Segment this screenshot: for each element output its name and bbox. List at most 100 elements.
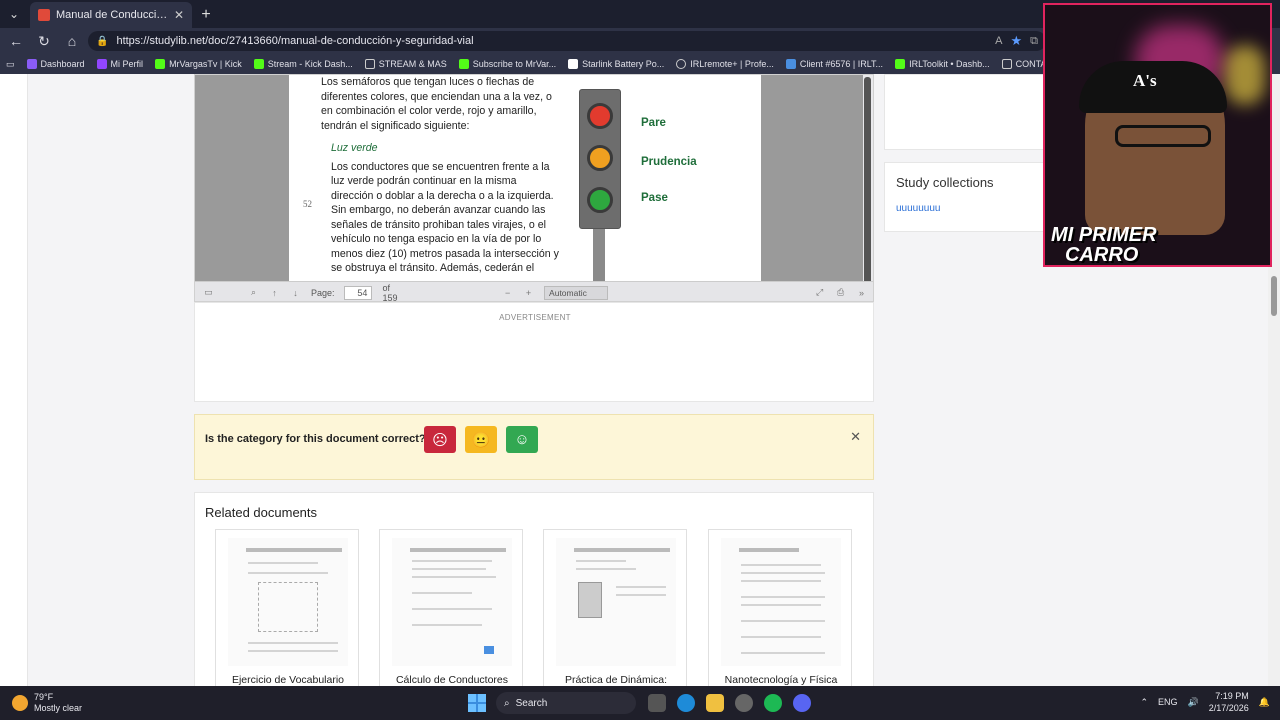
category-question: Is the category for this document correc… [205, 433, 426, 445]
related-document-card[interactable]: Práctica de Dinámica: [543, 529, 687, 686]
banner-line-2: CARRO [1065, 244, 1139, 266]
zoom-out-icon[interactable]: − [502, 288, 513, 298]
document-thumbnail [228, 538, 348, 666]
zoom-in-icon[interactable]: + [523, 288, 534, 298]
bookmark-favicon-icon [458, 59, 469, 69]
page-number-input[interactable]: 54 [344, 285, 373, 300]
taskbar-search[interactable]: ⌕ Search [496, 692, 636, 714]
document-thumbnail [392, 538, 512, 666]
study-collections-link[interactable]: uuuuuuuu [896, 203, 941, 214]
pdf-subheading: Luz verde [331, 142, 378, 154]
sidebar-card [884, 74, 1054, 150]
bookmark-item[interactable]: Stream - Kick Dash... [253, 59, 353, 69]
new-tab-plus-icon[interactable]: + [192, 2, 220, 28]
spotify-icon[interactable] [764, 694, 782, 712]
obs-icon[interactable] [735, 694, 753, 712]
zoom-select[interactable]: Automatic Zoom [544, 285, 609, 301]
related-document-card[interactable]: Ejercicio de Vocabulario [215, 529, 359, 686]
bookmark-item[interactable]: Subscribe to MrVar... [458, 59, 556, 69]
card-caption: Cálculo de Conductores [395, 674, 509, 686]
screen: ⌄ Manual de Conducción y Segurida ✕ + ← … [0, 0, 1280, 720]
neutral-face-button[interactable]: 😐 [465, 426, 497, 453]
notification-bell-icon[interactable]: 🔔 [1259, 697, 1270, 708]
happy-face-button[interactable]: ☺ [506, 426, 538, 453]
pdf-page: 52 Los semáforos que tengan luces o flec… [289, 75, 761, 281]
print-icon[interactable]: ⎙ [835, 287, 846, 298]
next-page-arrow-icon[interactable]: ↓ [290, 288, 301, 298]
bookmark-item[interactable]: Client #6576 | IRLT... [785, 59, 883, 69]
pdf-toolbar: ▭ ⌕ ↑ ↓ Page: 54 of 159 − + Automatic Zo… [195, 281, 873, 301]
clock[interactable]: 7:19 PM 2/17/2026 [1209, 690, 1249, 714]
bookmark-favicon-icon [26, 59, 37, 69]
task-view-icon[interactable] [648, 694, 666, 712]
glasses [1115, 125, 1211, 147]
edge-browser-icon[interactable] [677, 694, 695, 712]
bookmark-item[interactable]: IRLToolkit • Dashb... [895, 59, 990, 69]
page-label: Page: [310, 287, 335, 298]
search-icon[interactable]: ⌕ [248, 287, 259, 298]
more-tools-icon[interactable]: » [856, 288, 867, 298]
discord-icon[interactable] [793, 694, 811, 712]
read-aloud-icon[interactable]: A [995, 35, 1002, 47]
study-collections-title: Study collections [896, 175, 994, 190]
home-icon[interactable]: ⌂ [60, 30, 84, 52]
advertisement-box: ADVERTISEMENT [194, 302, 874, 402]
overlay-banner: MI PRIMER CARRO [1051, 225, 1157, 265]
reload-icon[interactable]: ↻ [32, 30, 56, 52]
weather-condition: Mostly clear [34, 703, 83, 713]
weather-widget[interactable]: 79°F Mostly clear [12, 692, 82, 714]
search-placeholder: Search [515, 697, 548, 709]
pdf-body-text: Los semáforos que tengan luces o flechas… [321, 75, 561, 276]
sidebar-toggle-icon[interactable]: ▭ [203, 287, 214, 298]
windows-taskbar: 79°F Mostly clear ⌕ Search ⌃ ENG 🔊 7:19 … [0, 686, 1280, 720]
bookmark-favicon-icon [253, 59, 264, 69]
red-lamp-icon [587, 103, 613, 129]
yellow-lamp-icon [587, 145, 613, 171]
pdf-viewer[interactable]: 52 Los semáforos que tengan luces o flec… [194, 74, 874, 302]
tab-close-icon[interactable]: ✕ [174, 8, 184, 22]
bookmarks-toggle-icon[interactable]: ▭ [6, 59, 15, 70]
volume-icon[interactable]: 🔊 [1188, 697, 1199, 708]
url-bar[interactable]: 🔒 https://studylib.net/doc/27413660/manu… [88, 31, 1046, 51]
bookmark-favicon-icon [96, 59, 107, 69]
related-document-card[interactable]: Cálculo de Conductores [379, 529, 523, 686]
related-documents: Related documents Ejercicio de Vocabular… [194, 492, 874, 686]
back-arrow-icon[interactable]: ← [4, 30, 28, 52]
lock-icon: 🔒 [96, 35, 109, 47]
bookmark-favicon-icon [155, 59, 166, 69]
site-favicon-icon [38, 9, 50, 21]
folder-icon [364, 59, 375, 69]
webcam-overlay: A's MI PRIMER CARRO [1043, 3, 1272, 267]
label-pase: Pase [641, 192, 668, 204]
language-indicator[interactable]: ENG [1158, 697, 1178, 707]
pdf-scrollbar[interactable] [863, 75, 873, 291]
page-left-gutter [0, 74, 28, 686]
tray-overflow-chevron-icon[interactable]: ⌃ [1140, 697, 1148, 708]
bookmark-item[interactable]: Dashboard [26, 59, 85, 69]
related-document-card[interactable]: Nanotecnología y Física [708, 529, 852, 686]
bookmark-item[interactable]: Mi Perfil [96, 59, 143, 69]
search-icon: ⌕ [504, 697, 510, 709]
clock-date: 2/17/2026 [1208, 703, 1249, 713]
favorite-star-icon[interactable]: ★ [1010, 33, 1022, 49]
card-caption: Ejercicio de Vocabulario [231, 674, 345, 686]
weather-temperature: 79°F [34, 692, 54, 702]
tab-active[interactable]: Manual de Conducción y Segurida ✕ [30, 2, 192, 28]
bookmark-folder[interactable]: STREAM & MAS [364, 59, 447, 69]
tab-actions-chevron-icon[interactable]: ⌄ [0, 0, 28, 28]
windows-start-icon[interactable] [468, 694, 486, 712]
cap-logo: A's [1133, 71, 1157, 90]
document-thumbnail [721, 538, 841, 666]
bookmark-item[interactable]: IRLremote+ | Profe... [676, 59, 774, 69]
fullscreen-icon[interactable]: ⤢ [814, 287, 825, 298]
banner-line-1: MI PRIMER [1051, 224, 1157, 246]
collections-icon[interactable]: ⧉ [1030, 35, 1038, 48]
file-explorer-icon[interactable] [706, 694, 724, 712]
sad-face-button[interactable]: ☹ [424, 426, 456, 453]
close-icon[interactable]: ✕ [850, 429, 861, 445]
bookmark-favicon-icon [785, 59, 796, 69]
study-collections-card: Study collections uuuuuuuu [884, 162, 1054, 232]
bookmark-item[interactable]: MrVargasTv | Kick [155, 59, 242, 69]
bookmark-item[interactable]: Starlink Battery Po... [568, 59, 664, 69]
prev-page-arrow-icon[interactable]: ↑ [269, 288, 280, 298]
